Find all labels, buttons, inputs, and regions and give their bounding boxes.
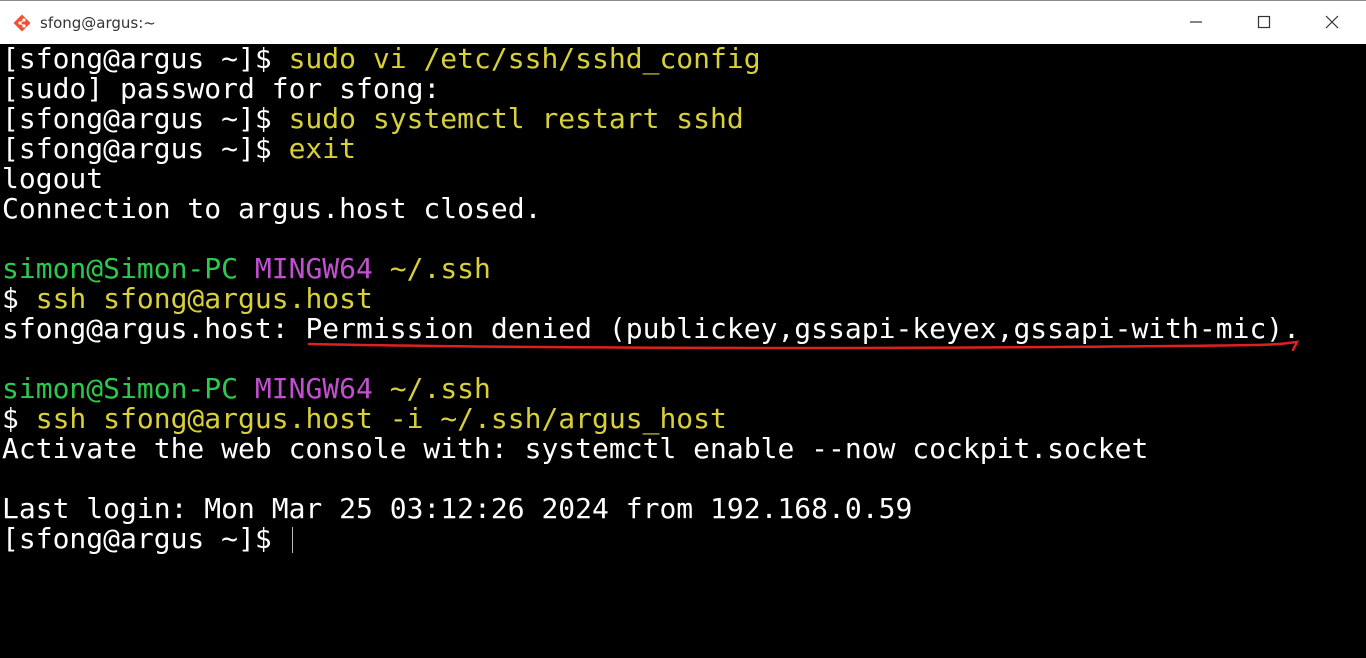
minimize-icon (1189, 14, 1203, 33)
error-message: Permission denied (publickey,gssapi-keye… (305, 312, 1301, 345)
close-button[interactable] (1298, 1, 1366, 45)
output-text: [sudo] password for sfong: (2, 72, 441, 105)
mingw-label: MINGW64 (254, 252, 373, 285)
output-text: Last login: Mon Mar 25 03:12:26 2024 fro… (2, 492, 913, 525)
terminal-line: [sfong@argus ~]$ exit (0, 134, 1366, 164)
command-text: sudo systemctl restart sshd (288, 102, 744, 135)
terminal-line[interactable]: [sfong@argus ~]$ (0, 524, 1366, 554)
command-text: sudo vi /etc/ssh/sshd_config (288, 44, 761, 75)
output-text: Activate the web console with: systemctl… (2, 432, 1149, 465)
shell-prompt: [sfong@argus ~]$ (2, 102, 289, 135)
window-title: sfong@argus:~ (40, 13, 156, 32)
text-cursor (291, 527, 293, 553)
window-controls (1162, 1, 1366, 45)
output-text: logout (2, 162, 104, 195)
permission-denied-line: sfong@argus.host: Permission denied (pub… (0, 312, 1366, 352)
terminal-line: $ ssh sfong@argus.host (0, 284, 1366, 314)
dollar-prompt: $ (2, 282, 36, 315)
maximize-icon (1257, 14, 1271, 33)
terminal-line: Activate the web console with: systemctl… (0, 434, 1366, 464)
shell-prompt: [sfong@argus ~]$ (2, 522, 272, 555)
shell-prompt: [sfong@argus ~]$ (2, 44, 289, 75)
current-path: ~/.ssh (389, 372, 491, 405)
current-path: ~/.ssh (389, 252, 491, 285)
user-host: simon@Simon-PC (2, 372, 239, 405)
command-text: ssh sfong@argus.host (35, 282, 373, 315)
terminal-line: [sfong@argus ~]$ sudo systemctl restart … (0, 104, 1366, 134)
dollar-prompt: $ (2, 402, 36, 435)
mingw-prompt-line: simon@Simon-PC MINGW64 ~/.ssh (0, 254, 1366, 284)
terminal-line: Last login: Mon Mar 25 03:12:26 2024 fro… (0, 494, 1366, 524)
terminal-line: logout (0, 164, 1366, 194)
minimize-button[interactable] (1162, 1, 1230, 45)
output-text: sfong@argus.host: (2, 312, 306, 345)
command-text: ssh sfong@argus.host -i ~/.ssh/argus_hos… (35, 402, 727, 435)
terminal-line: [sfong@argus ~]$ sudo vi /etc/ssh/sshd_c… (0, 44, 1366, 74)
command-text: exit (288, 132, 357, 165)
terminal-output[interactable]: [sfong@argus ~]$ sudo vi /etc/ssh/sshd_c… (0, 44, 1366, 658)
git-diamond-icon (12, 13, 32, 33)
maximize-button[interactable] (1230, 1, 1298, 45)
terminal-window: sfong@argus:~ [sfong@argus ~]$ sudo vi /… (0, 0, 1366, 658)
output-text: Connection to argus.host closed. (2, 192, 542, 225)
mingw-prompt-line: simon@Simon-PC MINGW64 ~/.ssh (0, 374, 1366, 404)
terminal-line: $ ssh sfong@argus.host -i ~/.ssh/argus_h… (0, 404, 1366, 434)
user-host: simon@Simon-PC (2, 252, 239, 285)
mingw-label: MINGW64 (254, 372, 373, 405)
terminal-line: [sudo] password for sfong: (0, 74, 1366, 104)
close-icon (1325, 14, 1339, 33)
shell-prompt: [sfong@argus ~]$ (2, 132, 289, 165)
title-bar[interactable]: sfong@argus:~ (0, 0, 1366, 44)
terminal-line: Connection to argus.host closed. (0, 194, 1366, 224)
